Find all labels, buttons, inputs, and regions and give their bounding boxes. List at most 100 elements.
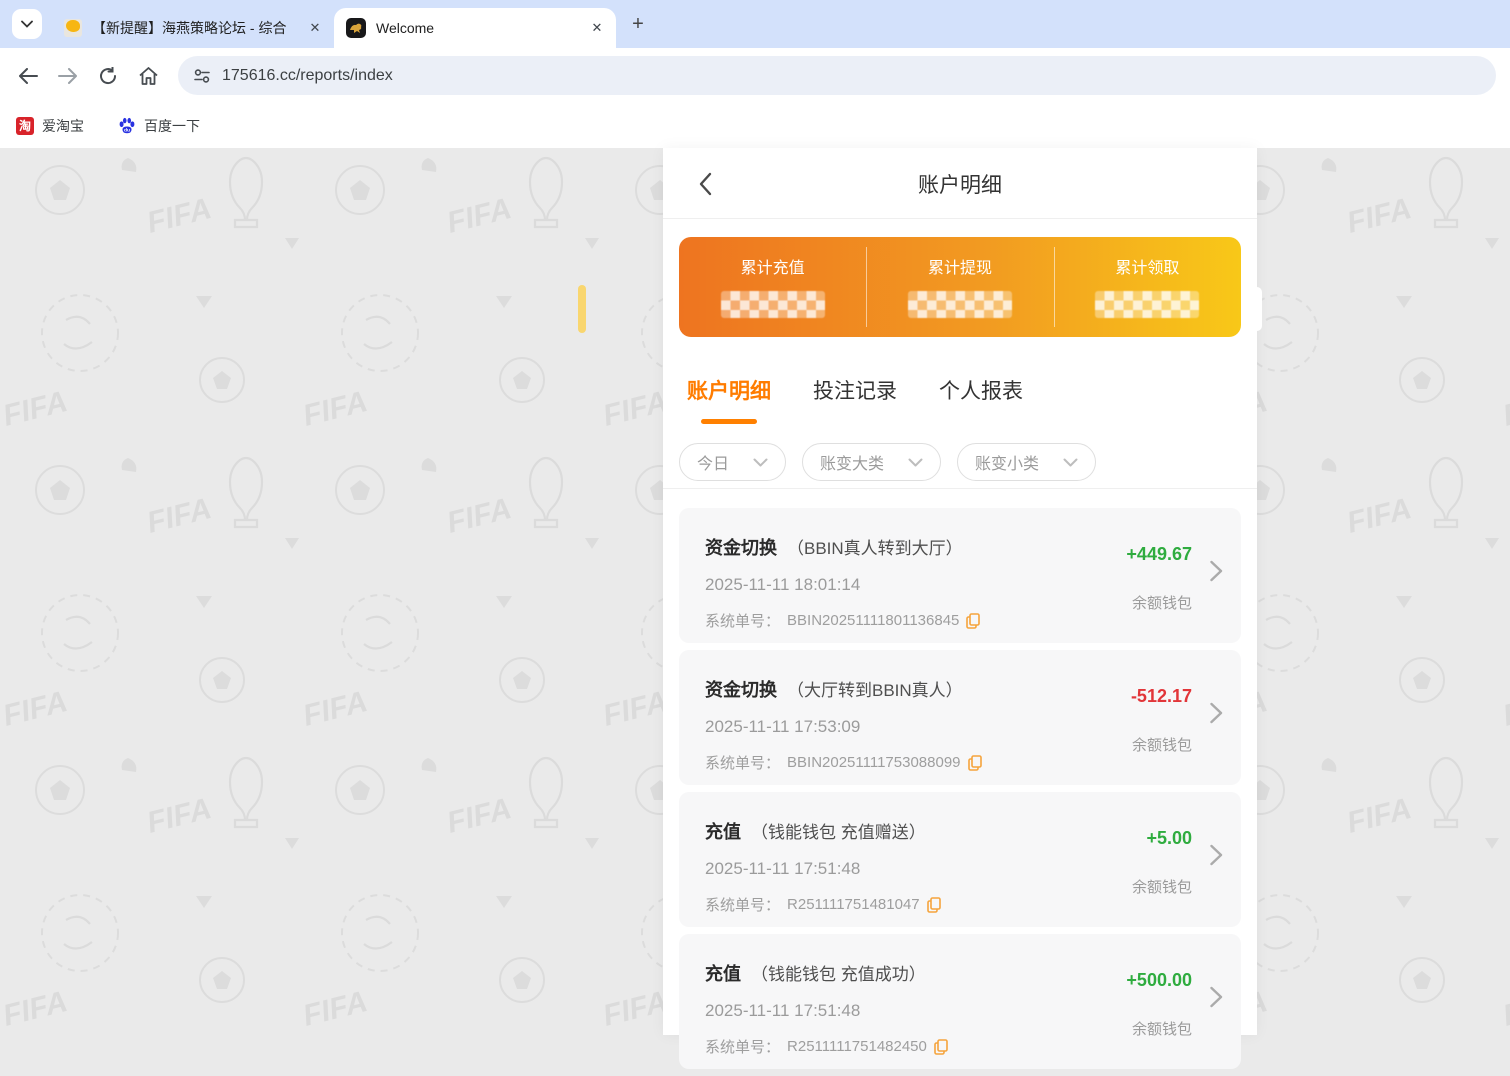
bookmark-label: 百度一下 <box>144 116 200 136</box>
order-number: R251111751481047 <box>787 896 920 913</box>
summary-label: 累计提现 <box>928 254 992 278</box>
summary-item: 累计提现 <box>866 237 1053 337</box>
url-text[interactable]: 175616.cc/reports/index <box>222 67 393 85</box>
tab-title: 【新提醒】海燕策略论坛 - 综合 <box>92 18 306 38</box>
section-tab-label: 个人报表 <box>939 380 1023 403</box>
back-button[interactable] <box>10 58 46 94</box>
transaction-subtitle: （钱能钱包 充值赠送） <box>751 818 926 843</box>
order-number: BBIN20251111801136845 <box>787 612 959 629</box>
bookmark-taobao[interactable]: 淘 爱淘宝 <box>16 116 84 136</box>
page-content: FIFA FIFA 账户明细 累计充值 <box>0 148 1510 1035</box>
order-number: R2511111751482450 <box>787 1038 927 1055</box>
section-tab[interactable]: 个人报表 <box>939 370 1023 424</box>
home-button[interactable] <box>130 58 166 94</box>
transaction-order-row: 系统单号： R2511111751482450 <box>705 1036 1217 1057</box>
chevron-down-icon <box>1063 458 1078 467</box>
transaction-amount: -512.17 <box>1131 686 1192 707</box>
chevron-down-icon <box>753 458 768 467</box>
transaction-wallet: 余额钱包 <box>1132 592 1192 613</box>
transaction-order-row: 系统单号： BBIN20251111753088099 <box>705 752 1217 773</box>
transaction-type: 充值 <box>705 818 741 844</box>
order-label: 系统单号： <box>705 610 780 631</box>
close-icon[interactable]: ✕ <box>588 19 606 37</box>
svg-text:du: du <box>124 127 130 133</box>
page-title: 账户明细 <box>663 169 1257 199</box>
tab-title: Welcome <box>376 20 588 36</box>
section-tab-label: 账户明细 <box>687 380 771 403</box>
header-divider <box>663 218 1257 219</box>
address-bar[interactable]: 175616.cc/reports/index <box>178 56 1496 95</box>
censored-value <box>1095 291 1199 318</box>
new-tab-button[interactable]: + <box>624 10 652 38</box>
bookmarks-bar: 淘 爱淘宝 du 百度一下 <box>0 103 1510 148</box>
browser-toolbar: 175616.cc/reports/index <box>0 48 1510 103</box>
transaction-amount: +449.67 <box>1126 544 1192 565</box>
transaction-wallet: 余额钱包 <box>1132 1018 1192 1039</box>
section-tab-label: 投注记录 <box>813 380 897 403</box>
copy-icon[interactable] <box>968 755 982 771</box>
reload-button[interactable] <box>90 58 126 94</box>
chevron-right-icon <box>1210 560 1223 582</box>
section-tab[interactable]: 投注记录 <box>813 370 897 424</box>
transaction-amount: +500.00 <box>1126 970 1192 991</box>
transaction-type: 充值 <box>705 960 741 986</box>
chevron-right-icon <box>1210 844 1223 866</box>
chevron-right-icon <box>1210 702 1223 724</box>
transaction-row[interactable]: 资金切换 （大厅转到BBIN真人） 2025-11-11 17:53:09 系统… <box>679 650 1241 785</box>
transaction-row[interactable]: 充值 （钱能钱包 充值成功） 2025-11-11 17:51:48 系统单号：… <box>679 934 1241 1069</box>
baidu-icon: du <box>118 117 136 135</box>
panel-header: 账户明细 <box>663 148 1257 218</box>
filter-label: 今日 <box>697 450 729 474</box>
site-settings-icon[interactable] <box>194 69 210 83</box>
transaction-order-row: 系统单号： BBIN20251111801136845 <box>705 610 1217 631</box>
filter-dropdown[interactable]: 账变大类 <box>802 443 941 481</box>
copy-icon[interactable] <box>934 1039 948 1055</box>
transaction-subtitle: （钱能钱包 充值成功） <box>751 960 926 985</box>
summary-item: 累计充值 <box>679 237 866 337</box>
section-tab[interactable]: 账户明细 <box>687 370 771 424</box>
browser-tab-welcome[interactable]: Welcome ✕ <box>334 8 616 48</box>
browser-tab-strip: 【新提醒】海燕策略论坛 - 综合 ✕ Welcome ✕ + <box>0 0 1510 48</box>
section-tabs: 账户明细 投注记录 个人报表 <box>687 370 1023 424</box>
taobao-icon: 淘 <box>16 117 34 135</box>
copy-icon[interactable] <box>927 897 941 913</box>
order-number: BBIN20251111753088099 <box>787 754 961 771</box>
filter-dropdown[interactable]: 账变小类 <box>957 443 1096 481</box>
order-label: 系统单号： <box>705 752 780 773</box>
chevron-right-icon <box>1210 986 1223 1008</box>
transaction-list: 资金切换 （BBIN真人转到大厅） 2025-11-11 18:01:14 系统… <box>679 508 1241 1076</box>
transaction-order-row: 系统单号： R251111751481047 <box>705 894 1217 915</box>
filter-row: 今日 账变大类 账变小类 <box>679 443 1096 481</box>
transaction-wallet: 余额钱包 <box>1132 734 1192 755</box>
filter-label: 账变大类 <box>820 450 884 474</box>
forum-favicon-icon <box>64 19 82 37</box>
filter-label: 账变小类 <box>975 450 1039 474</box>
transaction-subtitle: （大厅转到BBIN真人） <box>787 676 963 701</box>
summary-label: 累计领取 <box>1115 254 1179 278</box>
transaction-title-row: 充值 （钱能钱包 充值赠送） <box>705 818 1217 844</box>
account-detail-panel: 账户明细 累计充值 累计提现 累计领取 <box>663 148 1257 1035</box>
censored-value <box>908 291 1012 318</box>
tab-search-button[interactable] <box>12 9 42 39</box>
censored-value <box>721 291 825 318</box>
summary-card: 累计充值 累计提现 累计领取 <box>679 237 1241 337</box>
order-label: 系统单号： <box>705 1036 780 1057</box>
transaction-type: 资金切换 <box>705 676 777 702</box>
transaction-row[interactable]: 资金切换 （BBIN真人转到大厅） 2025-11-11 18:01:14 系统… <box>679 508 1241 643</box>
forward-button[interactable] <box>50 58 86 94</box>
close-icon[interactable]: ✕ <box>306 19 324 37</box>
transaction-row[interactable]: 充值 （钱能钱包 充值赠送） 2025-11-11 17:51:48 系统单号：… <box>679 792 1241 927</box>
transaction-amount: +5.00 <box>1146 828 1192 849</box>
bookmark-label: 爱淘宝 <box>42 116 84 136</box>
browser-tab-forum[interactable]: 【新提醒】海燕策略论坛 - 综合 ✕ <box>52 8 334 48</box>
copy-icon[interactable] <box>966 613 980 629</box>
chevron-down-icon <box>908 458 923 467</box>
filter-dropdown[interactable]: 今日 <box>679 443 786 481</box>
order-label: 系统单号： <box>705 894 780 915</box>
filter-divider <box>663 488 1257 489</box>
transaction-type: 资金切换 <box>705 534 777 560</box>
bookmark-baidu[interactable]: du 百度一下 <box>118 116 200 136</box>
summary-item: 累计领取 <box>1054 237 1241 337</box>
chevron-down-icon <box>21 20 33 28</box>
welcome-favicon-icon <box>346 18 366 38</box>
